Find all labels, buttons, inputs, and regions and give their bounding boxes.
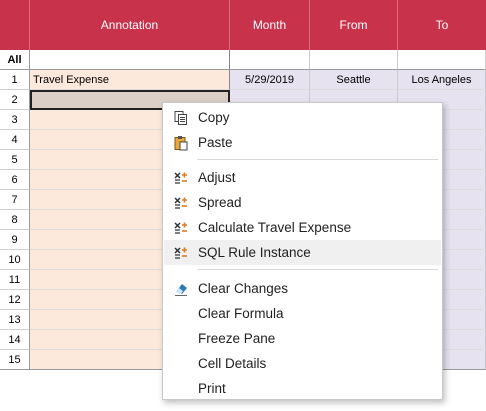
menu-item-label: Paste (198, 135, 233, 150)
paste-icon (164, 135, 198, 151)
from-cell[interactable]: Seattle (310, 70, 398, 90)
row-number[interactable]: 12 (0, 290, 30, 310)
menu-item-label: Calculate Travel Expense (198, 220, 352, 235)
table-row: 1 Travel Expense 5/29/2019 Seattle Los Angel… (0, 70, 486, 90)
to-cell[interactable]: Los Angeles (398, 70, 486, 90)
row-number[interactable]: 9 (0, 230, 30, 250)
select-all-rows[interactable]: All (0, 50, 30, 70)
sql-rule-icon (164, 245, 198, 261)
menu-item-label: Clear Changes (198, 281, 289, 296)
column-header-label: To (435, 18, 449, 32)
calculate-icon (164, 220, 198, 236)
row-number[interactable]: 6 (0, 170, 30, 190)
copy-icon (164, 110, 198, 126)
row-number[interactable]: 14 (0, 330, 30, 350)
column-header-annotation[interactable]: Annotation (30, 0, 230, 50)
adjust-icon (164, 170, 198, 186)
annotation-cell[interactable]: Travel Expense (30, 70, 230, 90)
row-number[interactable]: 13 (0, 310, 30, 330)
menu-item-spread[interactable]: Spread (164, 190, 441, 215)
row-header-corner (0, 0, 30, 50)
menu-item-freeze-pane[interactable]: Freeze Pane (164, 326, 441, 351)
menu-item-label: Print (198, 381, 226, 396)
menu-item-label: Adjust (198, 170, 236, 185)
row-number[interactable]: 5 (0, 150, 30, 170)
all-row-annotation-cell (30, 50, 230, 70)
menu-item-print[interactable]: Print (164, 376, 441, 401)
menu-item-adjust[interactable]: Adjust (164, 165, 441, 190)
row-number[interactable]: 15 (0, 350, 30, 369)
menu-item-sql-rule-instance[interactable]: SQL Rule Instance (164, 240, 441, 265)
menu-separator (197, 159, 438, 160)
menu-item-clear-formula[interactable]: Clear Formula (164, 301, 441, 326)
all-row-from-cell (310, 50, 398, 70)
column-header-month[interactable]: Month (230, 0, 310, 50)
month-cell[interactable]: 5/29/2019 (230, 70, 310, 90)
all-row-to-cell (398, 50, 486, 70)
menu-item-label: Freeze Pane (198, 331, 276, 346)
menu-item-label: SQL Rule Instance (198, 245, 311, 260)
eraser-icon (164, 281, 198, 297)
menu-item-calculate-travel-expense[interactable]: Calculate Travel Expense (164, 215, 441, 240)
column-header-label: Annotation (100, 18, 159, 32)
context-menu: Copy Paste Adjust Spread Calculate Trave… (162, 102, 443, 400)
row-number[interactable]: 11 (0, 270, 30, 290)
menu-item-clear-changes[interactable]: Clear Changes (164, 276, 441, 301)
menu-item-copy[interactable]: Copy (164, 105, 441, 130)
column-header-from[interactable]: From (310, 0, 398, 50)
all-row-month-cell (230, 50, 310, 70)
row-number[interactable]: 1 (0, 70, 30, 90)
row-number[interactable]: 7 (0, 190, 30, 210)
column-header-to[interactable]: To (398, 0, 486, 50)
menu-item-label: Copy (198, 110, 230, 125)
menu-item-label: Clear Formula (198, 306, 284, 321)
menu-item-label: Cell Details (198, 356, 267, 371)
row-number[interactable]: 4 (0, 130, 30, 150)
menu-separator (197, 269, 438, 270)
row-number[interactable]: 8 (0, 210, 30, 230)
column-header-label: From (339, 18, 368, 32)
menu-item-paste[interactable]: Paste (164, 130, 441, 155)
row-number[interactable]: 10 (0, 250, 30, 270)
row-number[interactable]: 2 (0, 90, 30, 110)
column-header-label: Month (252, 18, 287, 32)
row-number[interactable]: 3 (0, 110, 30, 130)
menu-item-label: Spread (198, 195, 242, 210)
spread-icon (164, 195, 198, 211)
menu-item-cell-details[interactable]: Cell Details (164, 351, 441, 376)
